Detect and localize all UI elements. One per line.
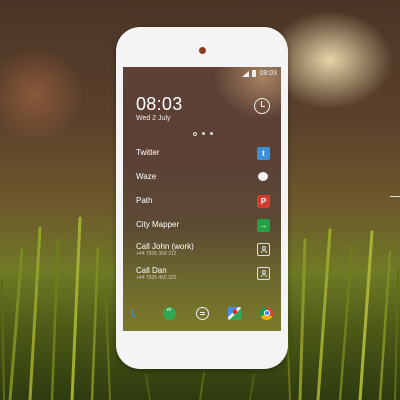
maps-icon[interactable] bbox=[227, 306, 241, 320]
waze-icon bbox=[257, 171, 270, 184]
shortcut-path[interactable]: Path P bbox=[136, 195, 273, 211]
clock-time[interactable]: 08:03 bbox=[136, 94, 183, 115]
city-mapper-icon: → bbox=[257, 219, 270, 232]
contact-label: Call Dan bbox=[136, 266, 167, 275]
contact-number: +44 7935 465 325 bbox=[136, 275, 177, 281]
shortcut-label: City Mapper bbox=[136, 220, 180, 229]
status-time: 08:03 bbox=[259, 70, 277, 77]
contact-label: Call John (work) bbox=[136, 242, 194, 251]
shortcut-waze[interactable]: Waze bbox=[136, 171, 273, 187]
contact-icon bbox=[257, 267, 270, 280]
shortcut-label: Waze bbox=[136, 172, 157, 181]
shortcut-call-dan[interactable]: Call Dan +44 7935 465 325 bbox=[136, 265, 273, 281]
shortcut-city-mapper[interactable]: City Mapper → bbox=[136, 219, 273, 235]
shortcut-label: Twitter bbox=[136, 148, 160, 157]
clock-date: Wed 2 July bbox=[136, 115, 171, 122]
page-indicator bbox=[193, 132, 213, 136]
battery-icon bbox=[252, 70, 257, 77]
phone-screen[interactable]: 08:03 08:03 Wed 2 July Twitter t Waze Pa… bbox=[123, 67, 281, 331]
signal-icon bbox=[242, 70, 250, 77]
shortcut-twitter[interactable]: Twitter t bbox=[136, 147, 273, 163]
contact-number: +44 7935 368 312 bbox=[136, 251, 177, 257]
shortcut-call-john[interactable]: Call John (work) +44 7935 368 312 bbox=[136, 241, 273, 257]
chrome-icon[interactable] bbox=[260, 306, 273, 320]
page-dot bbox=[210, 132, 213, 135]
twitter-icon: t bbox=[257, 147, 270, 160]
phone-frame: 08:03 08:03 Wed 2 July Twitter t Waze Pa… bbox=[116, 27, 288, 369]
app-dock: 📞︎ bbox=[131, 305, 273, 321]
page-dot bbox=[193, 132, 197, 136]
status-bar: 08:03 bbox=[242, 70, 277, 77]
contact-icon bbox=[257, 243, 270, 256]
shortcut-label: Path bbox=[136, 196, 153, 205]
page-dot-current bbox=[202, 132, 205, 135]
hangouts-icon[interactable] bbox=[163, 306, 177, 320]
clock-icon[interactable] bbox=[254, 98, 270, 114]
phone-icon[interactable]: 📞︎ bbox=[131, 307, 144, 320]
path-icon: P bbox=[257, 195, 270, 208]
front-camera bbox=[199, 47, 206, 54]
messages-icon[interactable] bbox=[195, 306, 209, 320]
edge-line bbox=[390, 196, 400, 197]
